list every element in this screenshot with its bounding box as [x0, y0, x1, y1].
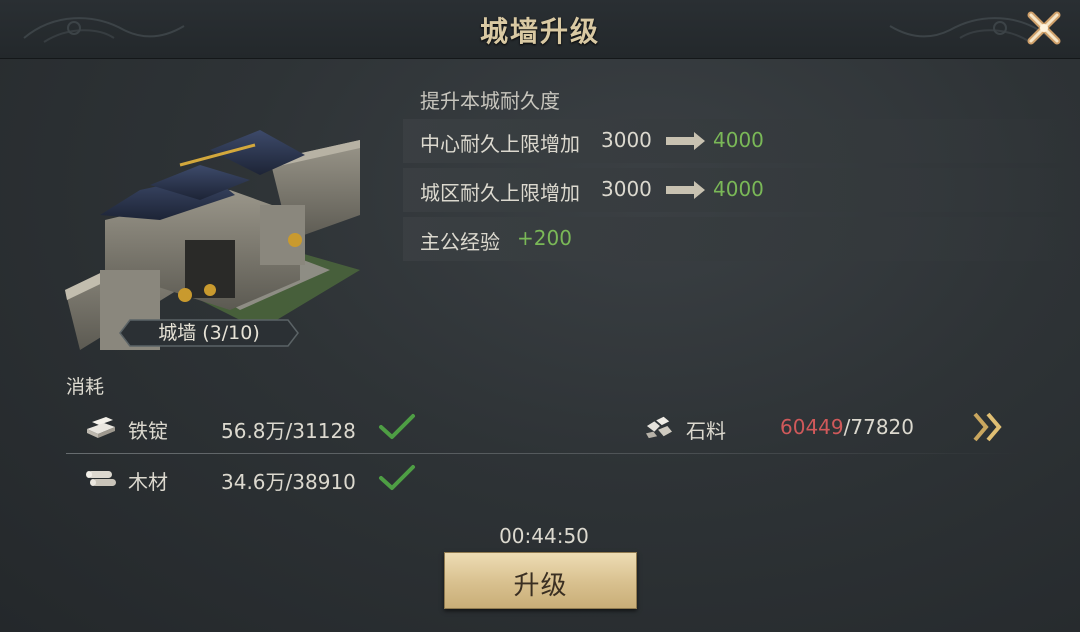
resource-name-stone: 石料	[686, 419, 726, 443]
resource-required: 77820	[850, 415, 914, 439]
wood-icon	[86, 471, 116, 486]
exp-label: 主公经验	[420, 230, 500, 254]
resource-name-iron: 铁锭	[128, 419, 168, 443]
building-name-level: 城墙 (3/10)	[158, 322, 260, 344]
checkmark-icon	[379, 465, 415, 490]
iron-ingot-icon	[87, 417, 115, 438]
building-name-plate: 城墙 (3/10)	[118, 318, 300, 348]
dialog-title: 城墙升级	[479, 15, 600, 48]
stat-label: 中心耐久上限增加	[420, 132, 580, 156]
upgrade-timer: 00:44:50	[499, 524, 589, 548]
resource-amount-wood: 34.6万/38910	[221, 466, 356, 495]
stat-new-value: 4000	[713, 128, 764, 152]
arrow-right-icon	[666, 181, 705, 199]
exp-value: +200	[517, 226, 572, 250]
stat-label: 城区耐久上限增加	[420, 181, 580, 205]
resource-name-wood: 木材	[128, 470, 168, 494]
resource-required: 31128	[292, 419, 356, 443]
resource-amount-iron: 56.8万/31128	[221, 415, 356, 444]
consume-heading: 消耗	[66, 376, 105, 398]
resource-amount-stone: 60449/77820	[780, 415, 914, 439]
stat-new-value: 4000	[713, 177, 764, 201]
stat-current-value: 3000	[601, 128, 652, 152]
wall-upgrade-dialog: 城墙升级 城墙 (3/10) 提升本城耐久度 中心耐久上限增加 3000 400…	[0, 0, 1080, 632]
stat-row-center-durability: 中心耐久上限增加 3000 4000	[403, 119, 1080, 163]
stat-row-lord-exp: 主公经验 +200	[403, 217, 1080, 261]
close-icon[interactable]	[1022, 6, 1066, 50]
resource-owned: 56.8万	[221, 419, 286, 443]
dialog-header: 城墙升级	[0, 0, 1080, 59]
stone-icon	[646, 416, 672, 439]
resource-owned: 34.6万	[221, 470, 286, 494]
stat-row-district-durability: 城区耐久上限增加 3000 4000	[403, 168, 1080, 212]
arrow-right-icon	[666, 132, 705, 150]
resource-required: 38910	[292, 470, 356, 494]
double-chevron-right-icon[interactable]	[972, 410, 1006, 444]
resource-divider	[66, 453, 1021, 454]
upgrade-button-label: 升级	[513, 571, 568, 601]
checkmark-icon	[379, 414, 415, 439]
upgrade-description: 提升本城耐久度	[420, 89, 560, 113]
upgrade-button[interactable]: 升级	[444, 552, 637, 609]
stat-current-value: 3000	[601, 177, 652, 201]
resource-owned: 60449	[780, 415, 844, 439]
